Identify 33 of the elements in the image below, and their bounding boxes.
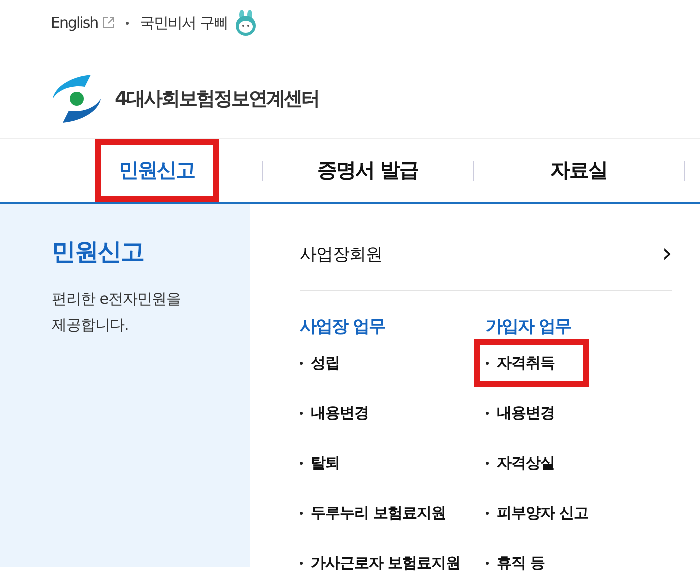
- menu-link[interactable]: 내용변경: [474, 389, 567, 437]
- bullet-icon: [300, 362, 303, 365]
- bullet-icon: [300, 462, 303, 465]
- bullet-icon: [300, 562, 303, 565]
- menu-link[interactable]: 내용변경: [288, 389, 381, 437]
- group-title: 가입자 업무: [486, 316, 572, 338]
- menu-link[interactable]: 휴직 등: [474, 539, 558, 571]
- menu-link[interactable]: 피부양자 신고: [474, 489, 601, 537]
- sidebar-title: 민원신고: [52, 237, 145, 268]
- bullet-icon: [486, 512, 489, 515]
- menu-link[interactable]: 자격상실: [474, 439, 567, 487]
- member-link[interactable]: 사업장회원 ›: [300, 204, 672, 291]
- separator-dot-icon: [126, 22, 130, 24]
- group-title: 사업장 업무: [300, 316, 386, 338]
- menu-link[interactable]: 가사근로자 보험료지원: [288, 539, 473, 571]
- bullet-icon: [300, 512, 303, 515]
- logo-text: 4대사회보험정보연계센터: [115, 87, 320, 112]
- bullet-icon: [486, 412, 489, 415]
- menu-link[interactable]: 성립: [288, 339, 352, 387]
- bullet-icon: [300, 412, 303, 415]
- logo-icon: [51, 73, 103, 125]
- menu-link[interactable]: 두루누리 보험료지원: [288, 489, 458, 537]
- sidebar-description: 편리한 e전자민원을 제공합니다.: [52, 289, 182, 336]
- bullet-icon: [486, 362, 489, 365]
- bullet-icon: [486, 562, 489, 565]
- utility-link[interactable]: 국민비서 구삐: [140, 14, 228, 32]
- utility-link[interactable]: English: [51, 14, 98, 32]
- nav-tab[interactable]: 증명서 발급: [294, 139, 442, 202]
- menu-link[interactable]: 자격취득: [474, 339, 589, 387]
- bullet-icon: [486, 462, 489, 465]
- nav-tab[interactable]: 자료실: [526, 139, 632, 202]
- nav-tab[interactable]: 민원신고: [95, 139, 219, 202]
- menu-link[interactable]: 탈퇴: [288, 439, 352, 487]
